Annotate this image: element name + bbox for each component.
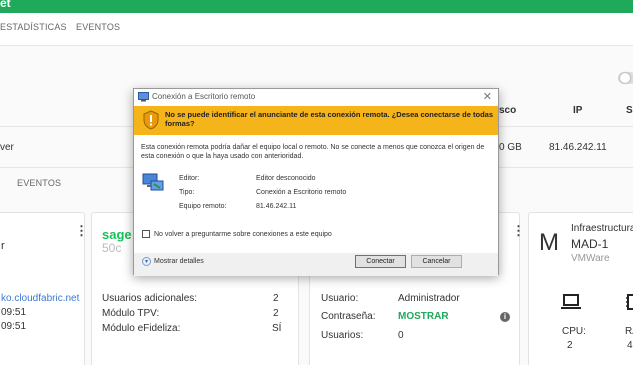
tab-bar: ESTADÍSTICAS EVENTOS [0, 13, 633, 46]
dont-ask-checkbox[interactable] [142, 230, 150, 238]
app-title: et [0, 0, 11, 10]
dialog-title: Conexión a Escritorio remoto [152, 92, 256, 101]
addon-label: Módulo eFideliza: [102, 323, 181, 334]
ip-address: 81.46.242.11 [549, 142, 607, 153]
field-label: Editor: [179, 175, 200, 182]
info-icon[interactable]: i [500, 312, 510, 322]
field-label: Equipo remoto: [179, 203, 227, 210]
sage-product: 50c [102, 241, 122, 255]
cpu-label: CPU: [562, 326, 586, 337]
card-title-fragment: r [1, 240, 5, 252]
addon-value: 2 [273, 293, 279, 304]
kebab-menu-icon[interactable]: ⋮ [75, 223, 88, 239]
addon-label: Módulo TPV: [102, 308, 160, 319]
field-label: Tipo: [179, 189, 195, 196]
infra-letter: M [539, 229, 559, 256]
sage-logo: sage [102, 227, 132, 242]
field-value: 81.46.242.11 [256, 203, 297, 210]
card-infrastructure: M Infraestructura: MAD-1 VMWare CPU: 2 R… [528, 212, 633, 365]
time-2: 09:51 [1, 321, 27, 332]
tab-estadisticas[interactable]: ESTADÍSTICAS [0, 22, 67, 32]
username-value: Administrador [398, 293, 460, 304]
close-icon[interactable]: ✕ [483, 90, 492, 103]
server-name[interactable]: ver [0, 142, 14, 153]
warning-text: No se puede identificar el anunciante de… [165, 110, 494, 128]
infra-name: MAD-1 [571, 237, 609, 251]
laptop-icon [561, 294, 581, 309]
field-value: Editor desconocido [256, 175, 316, 182]
cancel-button[interactable]: Cancelar [411, 255, 462, 268]
password-label: Contraseña: [321, 311, 376, 322]
ram-label: RA [625, 326, 633, 337]
infra-platform: VMWare [571, 253, 610, 264]
tab-eventos[interactable]: EVENTOS [76, 22, 120, 32]
chevron-down-icon[interactable]: ▾ [142, 257, 151, 266]
shield-warning-icon [143, 110, 159, 130]
dialog-description: Esta conexión remota podría dañar el equ… [141, 144, 485, 160]
ram-value: 4 [627, 340, 633, 351]
kebab-menu-icon[interactable]: ⋮ [512, 223, 525, 239]
addon-value: 2 [273, 308, 279, 319]
column-header-disk: sco [499, 105, 517, 116]
remote-desktop-icon [142, 173, 164, 191]
users-value: 0 [398, 330, 404, 341]
addon-value: SÍ [272, 323, 282, 334]
app-header: et [0, 0, 633, 13]
cpu-value: 2 [567, 340, 573, 351]
card-connection: ⋮ r ko.cloudfabric.net 09:51 09:51 [0, 212, 88, 365]
chip-icon [626, 294, 633, 310]
warning-banner: No se puede identificar el anunciante de… [134, 106, 498, 135]
dialog-titlebar: Conexión a Escritorio remoto ✕ [134, 89, 498, 106]
time-1: 09:51 [1, 307, 27, 318]
dialog-body: Esta conexión remota podría dañar el equ… [134, 135, 498, 253]
remote-desktop-dialog: Conexión a Escritorio remoto ✕ No se pue… [133, 88, 499, 276]
show-details-link[interactable]: Mostrar detalles [154, 258, 204, 265]
host-link[interactable]: ko.cloudfabric.net [1, 293, 79, 304]
toggle-switch[interactable] [618, 72, 633, 84]
addon-label: Usuarios adicionales: [102, 293, 198, 304]
column-header-ip: IP [573, 105, 583, 116]
column-header-s: S [626, 105, 633, 116]
disk-size: 0 GB [499, 142, 522, 153]
username-label: Usuario: [321, 293, 359, 304]
infra-title: Infraestructura: [571, 223, 633, 234]
subtab-eventos[interactable]: EVENTOS [17, 178, 61, 188]
dont-ask-label[interactable]: No volver a preguntarme sobre conexiones… [154, 231, 332, 238]
field-value: Conexión a Escritorio remoto [256, 189, 347, 196]
remote-desktop-icon [138, 92, 149, 102]
connect-button[interactable]: Conectar [355, 255, 406, 268]
users-label: Usuarios: [321, 330, 364, 341]
show-password-button[interactable]: MOSTRAR [398, 311, 449, 322]
